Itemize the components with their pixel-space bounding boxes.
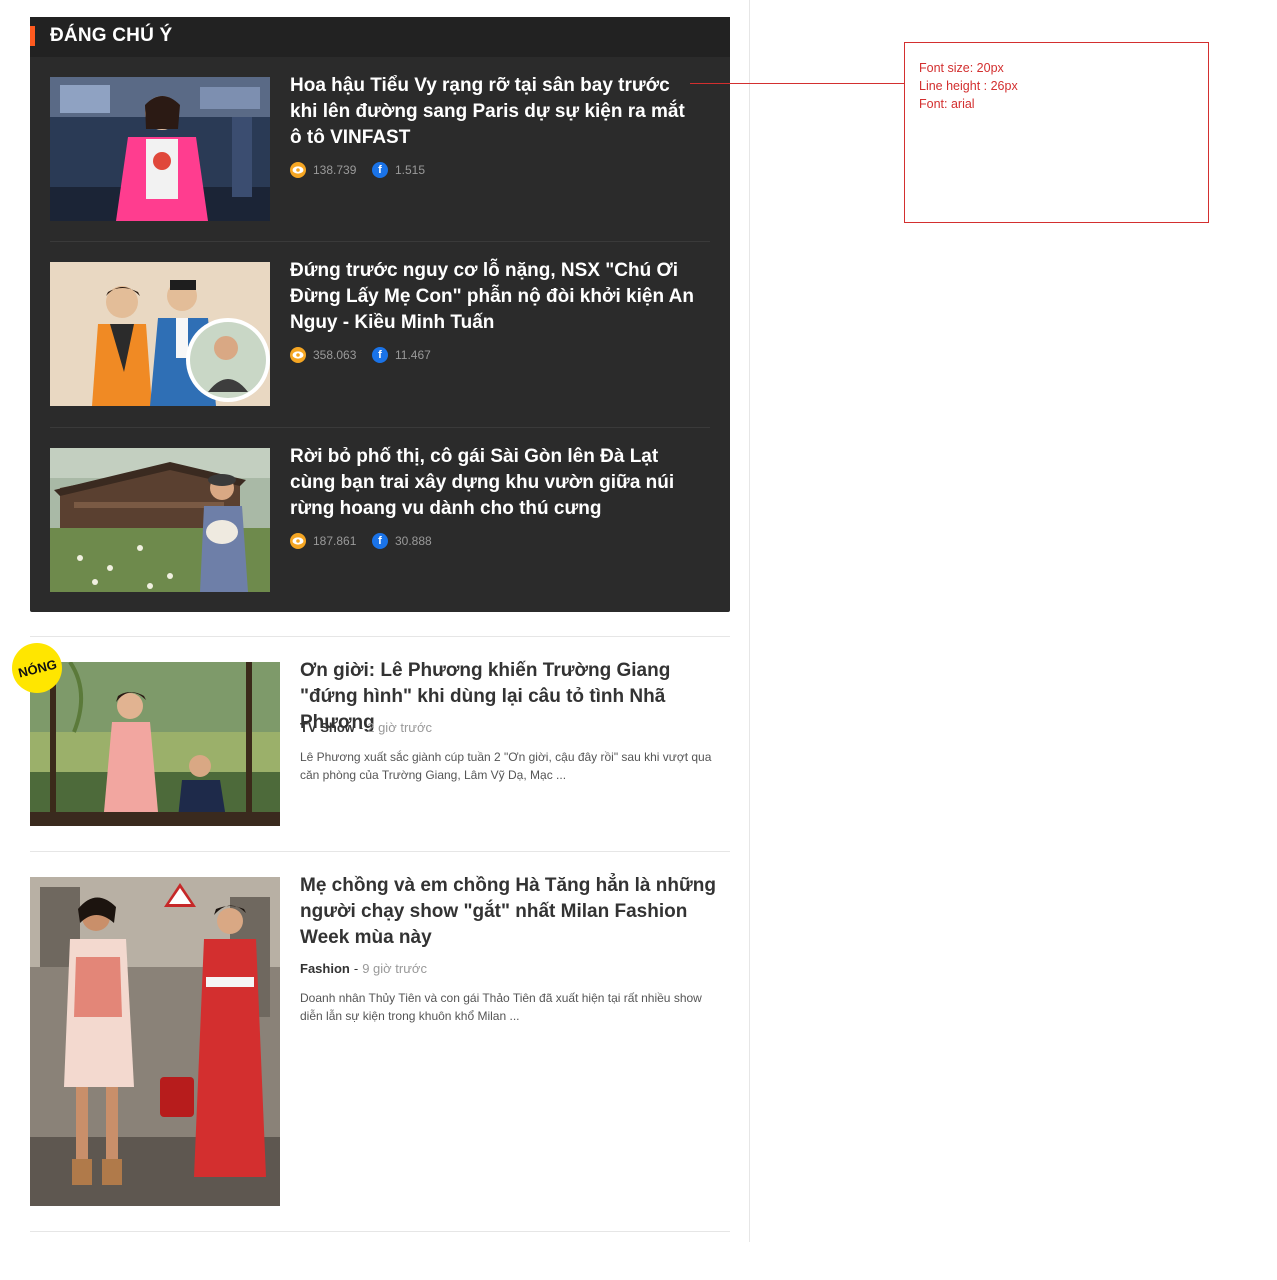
article-divider xyxy=(30,636,730,637)
shares-count: 1.515 xyxy=(395,163,426,177)
annotation-font: Font: arial xyxy=(919,97,975,111)
featured-thumbnail[interactable] xyxy=(50,448,270,592)
category-link[interactable]: Fashion xyxy=(300,961,350,976)
featured-thumbnail[interactable] xyxy=(50,77,270,221)
annotation-font-size: Font size: 20px xyxy=(919,61,1004,75)
item-divider xyxy=(50,427,710,428)
item-divider xyxy=(50,241,710,242)
views-count: 358.063 xyxy=(313,348,357,362)
article-divider xyxy=(30,851,730,852)
shares-count: 30.888 xyxy=(395,534,432,548)
article-thumbnail[interactable] xyxy=(30,662,280,826)
views-count: 187.861 xyxy=(313,534,357,548)
thumbnail-image-street-fashion xyxy=(30,877,280,1206)
featured-headline[interactable]: Rời bỏ phố thị, cô gái Sài Gòn lên Đà Lạ… xyxy=(290,444,700,522)
main-column: ĐÁNG CHÚ Ý Hoa hậu Tiểu Vy rạng rỡ tại s… xyxy=(0,0,750,1242)
publish-time: 9 giờ trước xyxy=(362,961,427,976)
annotation-connector-line xyxy=(690,83,905,84)
category-link[interactable]: TV Show xyxy=(300,720,355,735)
publish-time: 2 giờ trước xyxy=(367,720,432,735)
featured-section: ĐÁNG CHÚ Ý Hoa hậu Tiểu Vy rạng rỡ tại s… xyxy=(30,17,730,612)
header-accent-bar xyxy=(30,26,35,46)
views-count: 138.739 xyxy=(313,163,357,177)
shares-counter: f 30.888 xyxy=(372,532,432,550)
article-category-line: Fashion -9 giờ trước xyxy=(300,961,427,976)
shares-count: 11.467 xyxy=(395,348,431,362)
thumbnail-image-movie xyxy=(50,262,270,406)
annotation-box: Font size: 20px Line height : 26px Font:… xyxy=(904,42,1209,223)
featured-item[interactable]: Rời bỏ phố thị, cô gái Sài Gòn lên Đà Lạ… xyxy=(50,446,710,594)
article-summary: Lê Phương xuất sắc giành cúp tuần 2 "Ơn … xyxy=(300,750,712,782)
facebook-icon: f xyxy=(372,162,388,178)
hot-badge: NÓNG xyxy=(12,643,62,693)
views-counter: 187.861 xyxy=(290,532,356,550)
featured-meta: 187.861 f 30.888 xyxy=(290,532,690,550)
views-counter: 138.739 xyxy=(290,161,356,179)
views-counter: 358.063 xyxy=(290,346,356,364)
featured-item[interactable]: Hoa hậu Tiểu Vy rạng rỡ tại sân bay trướ… xyxy=(50,75,710,223)
eye-icon xyxy=(290,533,306,549)
eye-icon xyxy=(290,347,306,363)
featured-header: ĐÁNG CHÚ Ý xyxy=(30,17,730,57)
facebook-icon: f xyxy=(372,533,388,549)
article-item[interactable]: Ơn giời: Lê Phương khiến Trường Giang "đ… xyxy=(30,660,730,826)
featured-item[interactable]: Đứng trước nguy cơ lỗ nặng, NSX "Chú Ơi … xyxy=(50,260,710,408)
featured-headline[interactable]: Đứng trước nguy cơ lỗ nặng, NSX "Chú Ơi … xyxy=(290,258,700,336)
hot-badge-label: NÓNG xyxy=(16,656,58,680)
article-divider xyxy=(30,1231,730,1232)
section-title: ĐÁNG CHÚ Ý xyxy=(50,25,173,46)
thumbnail-image-garden xyxy=(50,448,270,592)
article-thumbnail[interactable] xyxy=(30,877,280,1206)
article-headline[interactable]: Mẹ chồng và em chồng Hà Tăng hẳn là nhữn… xyxy=(300,873,720,951)
featured-headline[interactable]: Hoa hậu Tiểu Vy rạng rỡ tại sân bay trướ… xyxy=(290,73,700,151)
shares-counter: f 11.467 xyxy=(372,346,431,364)
thumbnail-image-stage xyxy=(30,662,280,826)
annotation-line-height: Line height : 26px xyxy=(919,79,1018,93)
facebook-icon: f xyxy=(372,347,388,363)
featured-meta: 358.063 f 11.467 xyxy=(290,346,690,364)
thumbnail-image-airport xyxy=(50,77,270,221)
eye-icon xyxy=(290,162,306,178)
article-category-line: TV Show -2 giờ trước xyxy=(300,720,432,735)
shares-counter: f 1.515 xyxy=(372,161,425,179)
featured-meta: 138.739 f 1.515 xyxy=(290,161,690,179)
featured-thumbnail[interactable] xyxy=(50,262,270,406)
article-item[interactable]: Mẹ chồng và em chồng Hà Tăng hẳn là nhữn… xyxy=(30,875,730,1206)
article-summary: Doanh nhân Thủy Tiên và con gái Thảo Tiê… xyxy=(300,991,702,1023)
